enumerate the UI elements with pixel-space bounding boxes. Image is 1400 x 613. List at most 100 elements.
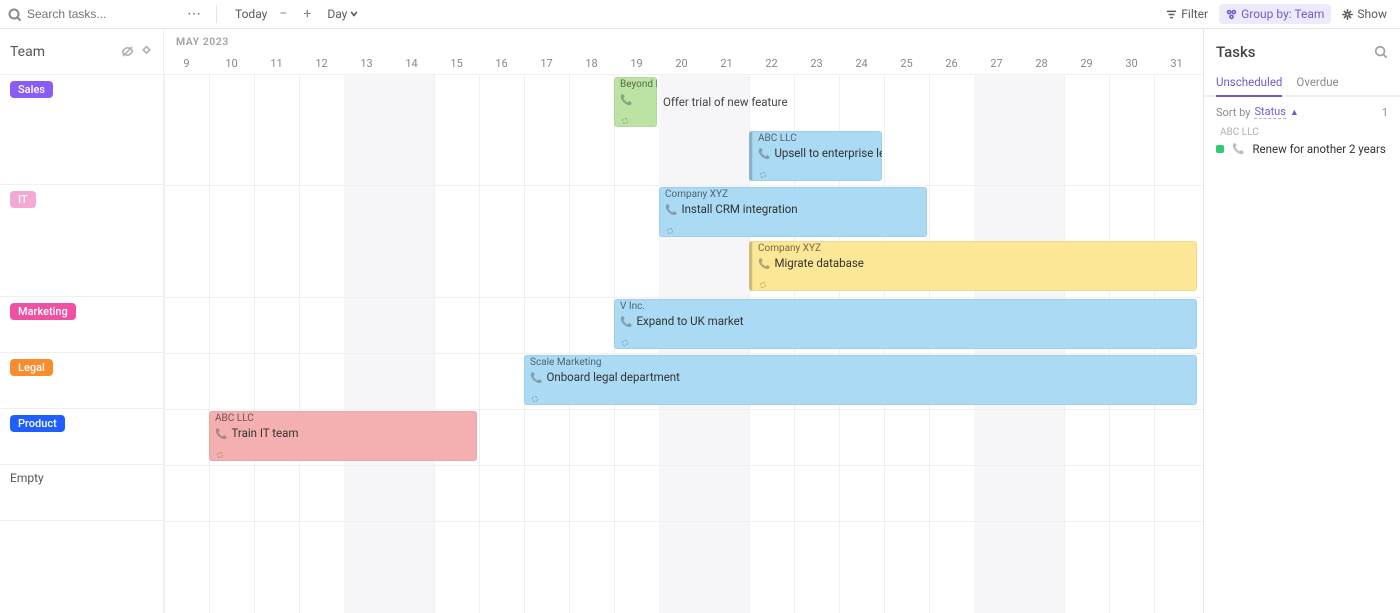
search-input[interactable]	[27, 7, 127, 21]
group-tag[interactable]: Sales	[10, 81, 53, 98]
day-header[interactable]: 19	[614, 57, 659, 70]
group-row: Legal	[0, 353, 163, 409]
panel-title: Tasks	[1216, 43, 1256, 61]
day-header[interactable]: 16	[479, 57, 524, 70]
task-title: 📞	[620, 92, 636, 106]
timeline-task[interactable]: ABC LLC 📞Train IT team	[209, 411, 477, 461]
day-header[interactable]: 12	[299, 57, 344, 70]
search-icon	[8, 8, 21, 21]
sort-control[interactable]: Sort by Status ▲ 1	[1204, 97, 1400, 127]
zoom-out-button[interactable]: −	[275, 6, 291, 22]
more-menu[interactable]: ⋯	[187, 6, 202, 22]
filter-icon	[1166, 9, 1177, 20]
panel-group-label: ABC LLC	[1204, 127, 1400, 140]
task-status-dot	[532, 396, 538, 402]
collapse-all-icon[interactable]	[140, 45, 153, 58]
task-status-dot	[760, 172, 766, 178]
task-title: 📞Train IT team	[215, 426, 298, 440]
zoom-in-button[interactable]: +	[299, 6, 315, 22]
group-row: Empty	[0, 465, 163, 521]
month-label: MAY 2023	[176, 35, 229, 48]
day-header[interactable]: 27	[974, 57, 1019, 70]
timeline[interactable]: MAY 2023 9101112131415161718192021222324…	[164, 29, 1204, 613]
task-status-dot	[622, 340, 628, 346]
sort-count: 1	[1382, 106, 1388, 119]
task-title: 📞Upsell to enterprise level	[758, 146, 882, 160]
groups-sidebar: Team Sales IT Marketing Legal Product Empty	[0, 29, 164, 613]
group-row: Marketing	[0, 297, 163, 353]
day-header[interactable]: 18	[569, 57, 614, 70]
divider	[216, 5, 217, 23]
day-header[interactable]: 13	[344, 57, 389, 70]
timeline-task[interactable]: V Inc. 📞Expand to UK market	[614, 299, 1197, 349]
day-header[interactable]: 29	[1064, 57, 1109, 70]
group-by-button[interactable]: Group by: Team	[1219, 4, 1331, 24]
task-client: Company XYZ	[665, 189, 921, 200]
day-header[interactable]: 26	[929, 57, 974, 70]
day-header[interactable]: 31	[1154, 57, 1199, 70]
task-client: Company XYZ	[758, 243, 1191, 254]
group-tag[interactable]: Marketing	[10, 303, 76, 320]
zoom-level-dropdown[interactable]: Day	[327, 7, 358, 21]
settings-icon	[1342, 9, 1353, 20]
sort-label: Sort by	[1216, 106, 1250, 119]
task-status-dot	[622, 118, 628, 124]
timeline-task[interactable]: Beyond I... 📞	[614, 77, 657, 127]
group-empty-label: Empty	[10, 471, 44, 485]
group-tag[interactable]: Legal	[10, 359, 53, 376]
task-title: 📞Install CRM integration	[665, 202, 798, 216]
today-button[interactable]: Today	[231, 5, 271, 23]
groups-header-label: Team	[10, 44, 45, 60]
sort-asc-icon: ▲	[1290, 107, 1299, 118]
task-client: ABC LLC	[215, 413, 471, 424]
group-by-icon	[1226, 9, 1237, 20]
group-row: Sales	[0, 75, 163, 185]
day-header[interactable]: 11	[254, 57, 299, 70]
timeline-task[interactable]: Company XYZ 📞Migrate database	[749, 241, 1197, 291]
status-dot	[1216, 145, 1224, 153]
milestone[interactable]: Offer trial of new feature	[663, 95, 788, 109]
day-header[interactable]: 14	[389, 57, 434, 70]
day-header[interactable]: 17	[524, 57, 569, 70]
tab-unscheduled[interactable]: Unscheduled	[1216, 75, 1282, 95]
day-header[interactable]: 30	[1109, 57, 1154, 70]
timeline-task[interactable]: Company XYZ 📞Install CRM integration	[659, 187, 927, 237]
task-client: Scale Marketing	[530, 357, 1191, 368]
task-title: 📞Onboard legal department	[530, 370, 680, 384]
day-header[interactable]: 25	[884, 57, 929, 70]
day-header[interactable]: 10	[209, 57, 254, 70]
timeline-task[interactable]: Scale Marketing 📞Onboard legal department	[524, 355, 1197, 405]
timeline-task[interactable]: ABC LLC📞Upsell to enterprise level	[749, 131, 882, 181]
zoom-level-label: Day	[327, 7, 347, 21]
task-status-dot	[217, 452, 223, 458]
day-header[interactable]: 15	[434, 57, 479, 70]
show-button[interactable]: Show	[1335, 4, 1394, 24]
task-status-dot	[667, 228, 673, 234]
task-client: V Inc.	[620, 301, 1191, 312]
group-row: IT	[0, 185, 163, 297]
task-title: 📞Expand to UK market	[620, 314, 744, 328]
unscheduled-task-item[interactable]: 📞 Renew for another 2 years	[1204, 140, 1400, 162]
visibility-icon[interactable]	[121, 45, 134, 58]
group-tag[interactable]: Product	[10, 415, 65, 432]
task-title: 📞Migrate database	[758, 256, 864, 270]
day-header[interactable]: 23	[794, 57, 839, 70]
group-tag[interactable]: IT	[10, 191, 36, 208]
day-header[interactable]: 20	[659, 57, 704, 70]
tab-overdue[interactable]: Overdue	[1296, 75, 1338, 95]
day-header[interactable]: 24	[839, 57, 884, 70]
task-status-dot	[760, 282, 766, 288]
day-header[interactable]: 22	[749, 57, 794, 70]
day-header[interactable]: 9	[164, 57, 209, 70]
filter-button[interactable]: Filter	[1159, 4, 1215, 24]
day-header[interactable]: 28	[1019, 57, 1064, 70]
search-wrap[interactable]	[8, 7, 127, 21]
timeline-header: MAY 2023 9101112131415161718192021222324…	[164, 29, 1203, 75]
group-row: Product	[0, 409, 163, 465]
task-item-title: Renew for another 2 years	[1252, 142, 1385, 156]
day-header[interactable]: 21	[704, 57, 749, 70]
show-label: Show	[1357, 7, 1387, 21]
search-icon[interactable]	[1374, 45, 1388, 59]
sort-field[interactable]: Status	[1254, 105, 1285, 119]
task-client: Beyond I...	[620, 79, 651, 90]
